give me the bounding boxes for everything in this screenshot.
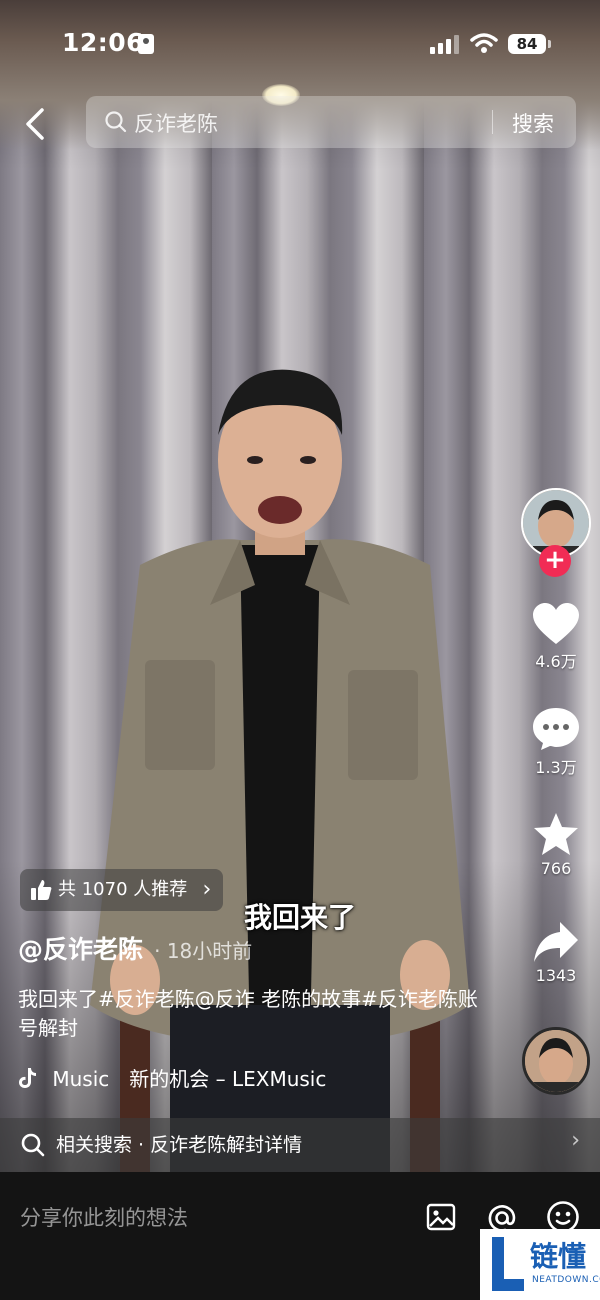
image-icon[interactable]: [426, 1202, 456, 1232]
music-note-icon: [19, 1068, 36, 1088]
video-person: [90, 369, 470, 1175]
star-icon: [534, 813, 578, 855]
status-time: 12:06: [62, 28, 145, 57]
music-disc[interactable]: [522, 1027, 590, 1095]
search-icon: [21, 1133, 45, 1157]
comment-icon: [533, 708, 579, 750]
comment-button[interactable]: 1.3万: [520, 706, 592, 778]
signal-icon: [430, 35, 459, 54]
watermark-l-icon: [492, 1237, 524, 1291]
comment-input[interactable]: 分享你此刻的想法: [20, 1202, 188, 1232]
favorite-count: 766: [540, 859, 572, 878]
follow-button[interactable]: +: [539, 545, 571, 577]
search-button[interactable]: 搜索: [512, 108, 554, 138]
search-bar[interactable]: 反诈老陈 搜索: [86, 96, 576, 148]
related-search-bar[interactable]: 相关搜索 · 反诈老陈解封详情 ›: [0, 1118, 600, 1172]
search-input[interactable]: 反诈老陈: [134, 108, 218, 138]
like-button[interactable]: 4.6万: [520, 602, 592, 672]
contact-card-icon: [138, 34, 154, 54]
like-count: 4.6万: [535, 652, 577, 671]
watermark-subtext: NEATDOWN.COM: [532, 1275, 600, 1285]
music-disc-face: [525, 1030, 587, 1092]
search-divider: [492, 110, 493, 134]
share-count: 1343: [535, 966, 577, 985]
music-title: Music 新的机会 – LEXMusic: [52, 1067, 327, 1091]
author-name[interactable]: @反诈老陈: [18, 935, 143, 964]
search-icon: [105, 111, 127, 133]
heart-icon: [533, 603, 579, 644]
video-caption[interactable]: 我回来了#反诈老陈@反诈 老陈的故事#反诈老陈账号解封: [18, 985, 488, 1043]
related-search-label: 相关搜索 · 反诈老陈解封详情: [56, 1134, 303, 1156]
post-time: · 18小时前: [154, 939, 253, 963]
comment-count: 1.3万: [535, 758, 577, 777]
battery-icon: 84: [508, 34, 551, 54]
wifi-icon: [470, 33, 498, 53]
watermark-text: 链懂: [530, 1240, 587, 1273]
author-line: @反诈老陈 · 18小时前: [18, 930, 252, 970]
favorite-button[interactable]: 766: [520, 811, 592, 878]
watermark-logo: 链懂 NEATDOWN.COM: [480, 1229, 600, 1300]
back-button[interactable]: [18, 104, 54, 144]
chevron-right-icon: ›: [571, 1128, 580, 1153]
status-bar: 12:06 84: [0, 22, 600, 66]
music-info[interactable]: Music 新的机会 – LEXMusic: [18, 1064, 326, 1094]
